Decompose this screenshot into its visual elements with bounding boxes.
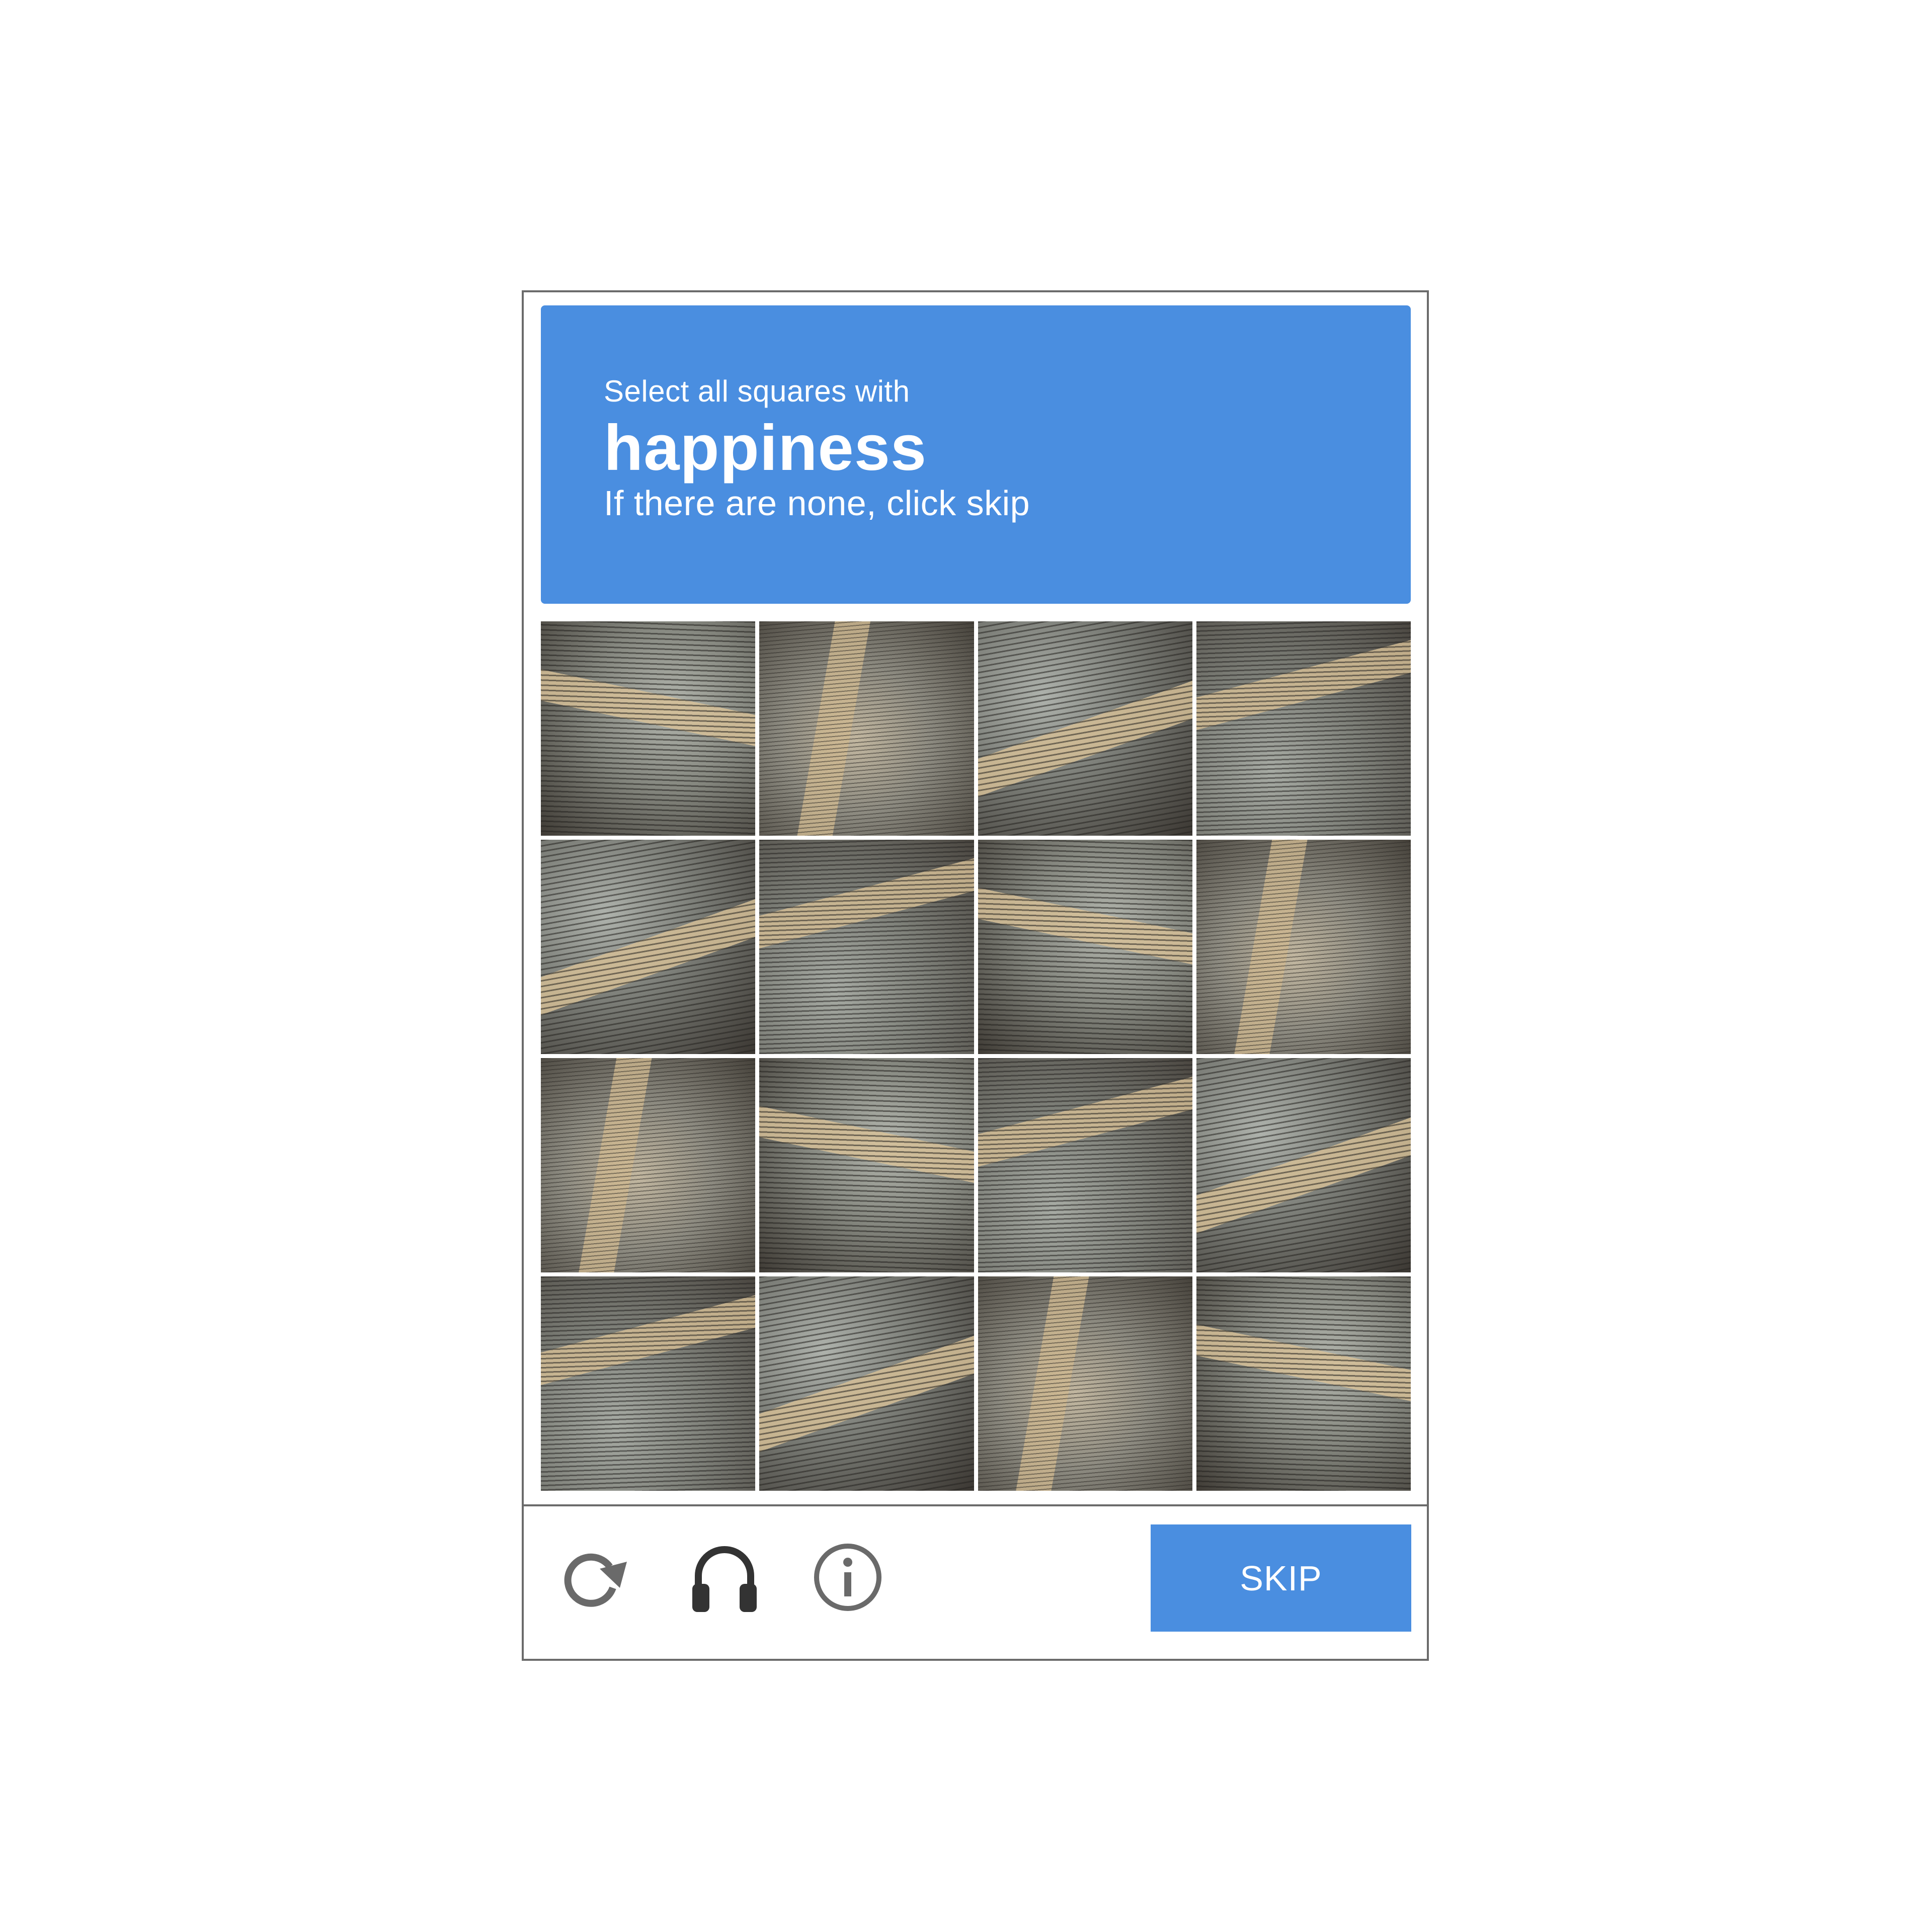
grid-tile-2-2[interactable] (759, 840, 974, 1054)
image-grid (541, 621, 1411, 1491)
grid-tile-4-3[interactable] (978, 1276, 1192, 1491)
grid-tile-2-1[interactable] (541, 840, 756, 1054)
grid-tile-3-4[interactable] (1196, 1058, 1411, 1272)
challenge-header: Select all squares with happiness If the… (541, 305, 1411, 604)
grid-tile-3-2[interactable] (759, 1058, 974, 1272)
skip-button[interactable]: SKIP (1151, 1524, 1411, 1632)
grid-tile-4-2[interactable] (759, 1276, 974, 1491)
challenge-prompt: Select all squares with (604, 374, 910, 408)
reload-icon[interactable] (564, 1545, 634, 1615)
grid-tile-3-3[interactable] (978, 1058, 1192, 1272)
grid-tile-2-3[interactable] (978, 840, 1192, 1054)
challenge-keyword: happiness (604, 412, 927, 484)
grid-tile-1-1[interactable] (541, 621, 756, 836)
grid-tile-1-3[interactable] (978, 621, 1192, 836)
grid-tile-1-4[interactable] (1196, 621, 1411, 836)
info-icon[interactable] (813, 1542, 883, 1613)
footer-divider (522, 1504, 1429, 1506)
grid-tile-3-1[interactable] (541, 1058, 756, 1272)
challenge-subprompt: If there are none, click skip (604, 484, 1030, 523)
headphones-icon[interactable] (689, 1540, 760, 1615)
grid-tile-4-4[interactable] (1196, 1276, 1411, 1491)
grid-tile-1-2[interactable] (759, 621, 974, 836)
grid-tile-4-1[interactable] (541, 1276, 756, 1491)
grid-tile-2-4[interactable] (1196, 840, 1411, 1054)
